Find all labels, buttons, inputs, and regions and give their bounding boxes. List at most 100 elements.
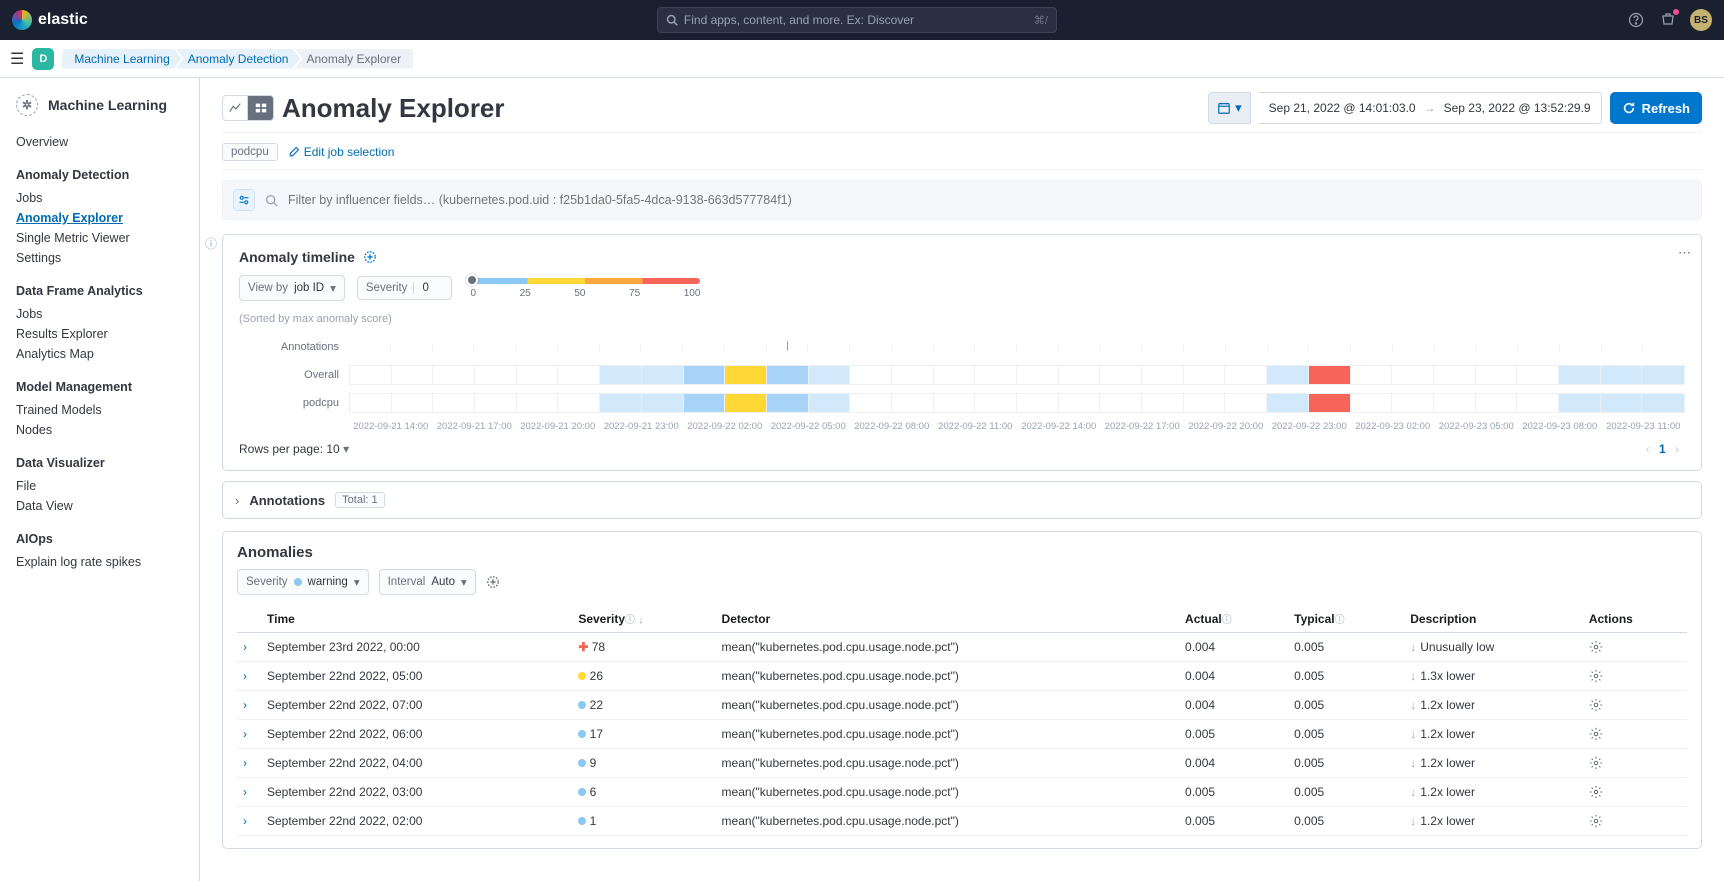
col-typical[interactable]: Typicalⓘ (1288, 605, 1404, 633)
col-severity[interactable]: Severityⓘ ↓ (572, 605, 715, 633)
view-explorer-icon[interactable] (248, 95, 274, 121)
expand-row-icon[interactable]: › (243, 727, 247, 741)
sidebar-item[interactable]: Anomaly Explorer (16, 208, 183, 228)
slider-thumb[interactable] (466, 274, 478, 286)
timeline-heading: Anomaly timeline (239, 249, 355, 265)
sidebar-title: ✲ Machine Learning (16, 94, 183, 116)
col-detector[interactable]: Detector (716, 605, 1180, 633)
row-actions-icon[interactable] (1589, 669, 1681, 683)
top-right: BS (1626, 9, 1712, 31)
row-actions-icon[interactable] (1589, 756, 1681, 770)
refresh-button[interactable]: Refresh (1610, 92, 1702, 124)
severity-slider[interactable]: 0255075100 (470, 278, 700, 299)
sidebar-sections: Anomaly DetectionJobsAnomaly ExplorerSin… (16, 168, 183, 572)
table-row: ›September 22nd 2022, 02:00 1mean("kuber… (237, 807, 1687, 836)
sidebar-item[interactable]: Results Explorer (16, 324, 183, 344)
sidebar-item[interactable]: Analytics Map (16, 344, 183, 364)
row-actions-icon[interactable] (1589, 785, 1681, 799)
cell-actual: 0.004 (1179, 662, 1288, 691)
swimlane-podcpu[interactable] (349, 393, 1685, 413)
help-icon[interactable] (1626, 10, 1646, 30)
user-avatar[interactable]: BS (1690, 9, 1712, 31)
add-to-dashboard-icon[interactable] (363, 250, 377, 264)
expand-row-icon[interactable]: › (243, 756, 247, 770)
chevron-down-icon: ▾ (343, 442, 349, 456)
severity-input[interactable]: Severity 0 (357, 276, 453, 300)
job-pill[interactable]: podcpu (222, 143, 278, 161)
edit-job-selection[interactable]: Edit job selection (288, 145, 395, 159)
cell-description: ↓1.2x lower (1404, 691, 1583, 720)
page-prev[interactable]: ‹ (1646, 442, 1650, 456)
crumb-anomaly-detection[interactable]: Anomaly Detection (176, 49, 301, 69)
expand-row-icon[interactable]: › (243, 669, 247, 683)
date-range[interactable]: Sep 21, 2022 @ 14:01:03.0 → Sep 23, 2022… (1259, 92, 1602, 124)
brand-logo[interactable]: elastic (12, 10, 88, 30)
col-actual[interactable]: Actualⓘ (1179, 605, 1288, 633)
sidebar-item[interactable]: File (16, 476, 183, 496)
row-actions-icon[interactable] (1589, 640, 1681, 654)
cell-typical: 0.005 (1288, 633, 1404, 662)
space-badge[interactable]: D (32, 48, 54, 70)
sidebar-item[interactable]: Explain log rate spikes (16, 552, 183, 572)
row-actions-icon[interactable] (1589, 727, 1681, 741)
cell-time: September 23rd 2022, 00:00 (261, 633, 572, 662)
anomalies-severity-select[interactable]: Severity warning ▾ (237, 569, 369, 595)
swimlane-overall[interactable] (349, 365, 1685, 385)
info-icon[interactable]: ⓘ (205, 235, 217, 252)
sidebar-item[interactable]: Trained Models (16, 400, 183, 420)
expand-row-icon[interactable]: › (243, 785, 247, 799)
expand-row-icon[interactable]: › (243, 698, 247, 712)
sidebar-item[interactable]: Jobs (16, 188, 183, 208)
col-description[interactable]: Description (1404, 605, 1583, 633)
anomalies-interval-select[interactable]: Interval Auto ▾ (379, 569, 476, 595)
rows-per-page[interactable]: Rows per page: 10 ▾ (239, 442, 349, 456)
chevron-down-icon: ▾ (461, 575, 467, 589)
date-quick-button[interactable]: ▾ (1208, 92, 1251, 124)
cell-typical: 0.005 (1288, 691, 1404, 720)
table-row: ›September 22nd 2022, 07:00 22mean("kube… (237, 691, 1687, 720)
global-search[interactable]: Find apps, content, and more. Ex: Discov… (657, 7, 1057, 33)
table-row: ›September 22nd 2022, 06:00 17mean("kube… (237, 720, 1687, 749)
expand-row-icon[interactable]: › (243, 814, 247, 828)
sidebar-item[interactable]: Nodes (16, 420, 183, 440)
sidebar-item[interactable]: Settings (16, 248, 183, 268)
sidebar-overview[interactable]: Overview (16, 132, 183, 152)
severity-dot-icon (294, 578, 302, 586)
cell-actual: 0.004 (1179, 691, 1288, 720)
sidebar-item[interactable]: Data View (16, 496, 183, 516)
cell-typical: 0.005 (1288, 749, 1404, 778)
edit-job-label: Edit job selection (304, 145, 395, 159)
cell-description: ↓1.2x lower (1404, 749, 1583, 778)
cell-severity: ✚ 78 (572, 633, 715, 662)
newsfeed-icon[interactable] (1658, 10, 1678, 30)
nav-toggle-icon[interactable]: ☰ (10, 49, 24, 69)
date-end: Sep 23, 2022 @ 13:52:29.9 (1444, 101, 1591, 115)
crumb-ml[interactable]: Machine Learning (62, 49, 181, 69)
annotations-accordion[interactable]: › Annotations Total: 1 (222, 481, 1702, 519)
anomalies-panel: Anomalies Severity warning ▾ Interval Au… (222, 531, 1702, 849)
cell-detector: mean("kubernetes.pod.cpu.usage.node.pct"… (716, 749, 1180, 778)
filter-bar (222, 180, 1702, 220)
cell-detector: mean("kubernetes.pod.cpu.usage.node.pct"… (716, 633, 1180, 662)
sidebar-item[interactable]: Single Metric Viewer (16, 228, 183, 248)
view-by-select[interactable]: View by job ID ▾ (239, 275, 345, 301)
cell-detector: mean("kubernetes.pod.cpu.usage.node.pct"… (716, 807, 1180, 836)
col-time[interactable]: Time (261, 605, 572, 633)
row-actions-icon[interactable] (1589, 814, 1681, 828)
view-single-metric-icon[interactable] (222, 95, 248, 121)
cell-actual: 0.004 (1179, 633, 1288, 662)
filter-options-icon[interactable] (233, 189, 255, 211)
cell-detector: mean("kubernetes.pod.cpu.usage.node.pct"… (716, 720, 1180, 749)
sidebar-item[interactable]: Jobs (16, 304, 183, 324)
swimlane-annotations[interactable] (349, 343, 1685, 351)
add-to-dashboard-icon[interactable] (486, 575, 500, 589)
sidebar-heading: Data Frame Analytics (16, 284, 183, 298)
row-actions-icon[interactable] (1589, 698, 1681, 712)
swimlane-label-annotations: Annotations (239, 341, 349, 353)
panel-menu-icon[interactable]: ⋯ (1678, 245, 1691, 261)
page-current[interactable]: 1 (1659, 442, 1666, 456)
cell-time: September 22nd 2022, 04:00 (261, 749, 572, 778)
expand-row-icon[interactable]: › (243, 640, 247, 654)
filter-input[interactable] (288, 193, 1691, 207)
page-next[interactable]: › (1675, 442, 1679, 456)
